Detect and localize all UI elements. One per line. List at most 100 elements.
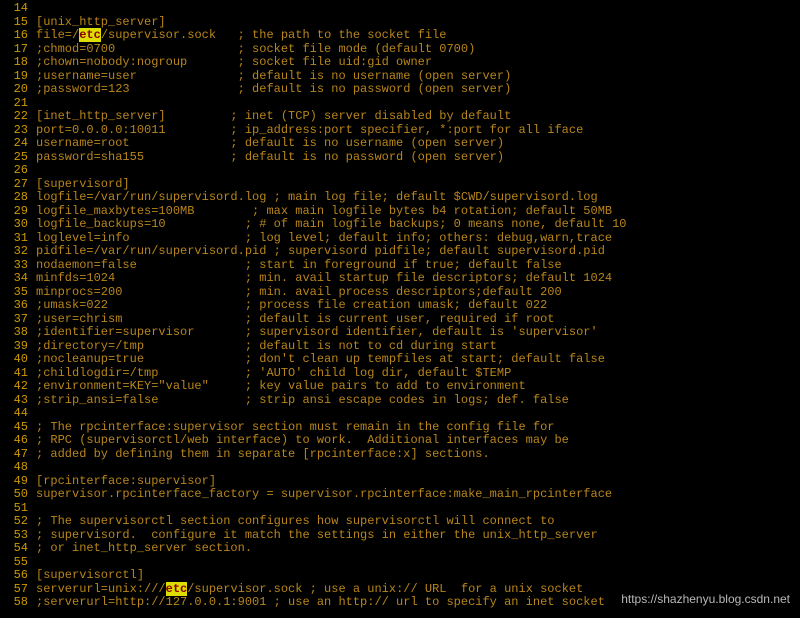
code-line[interactable]: 29 logfile_maxbytes=100MB ; max main logf…: [0, 205, 800, 219]
line-number: 46: [0, 434, 28, 448]
code-line[interactable]: 53; supervisord. configure it match the …: [0, 529, 800, 543]
code-line[interactable]: 16file=/etc/supervisor.sock ; the path t…: [0, 29, 800, 43]
code-line[interactable]: 56[supervisorctl]: [0, 569, 800, 583]
search-highlight: etc: [166, 582, 188, 596]
line-content: ; or inet_http_server section.: [36, 541, 252, 555]
line-number: 49: [0, 475, 28, 489]
line-content: ;serverurl=http://127.0.0.1:9001 ; use a…: [36, 595, 605, 609]
code-line[interactable]: 18 ;chown=nobody:nogroup ; socket file ui…: [0, 56, 800, 70]
line-content: ;childlogdir=/tmp ; 'AUTO' child log dir…: [36, 366, 511, 380]
code-line[interactable]: 32pidfile=/var/run/supervisord.pid ; sup…: [0, 245, 800, 259]
search-highlight: etc: [79, 28, 101, 42]
code-line[interactable]: 41 ;childlogdir=/tmp ; 'AUTO' child log d…: [0, 367, 800, 381]
line-content: ; supervisord. configure it match the se…: [36, 528, 598, 542]
code-line[interactable]: 26: [0, 164, 800, 178]
code-line[interactable]: 43;strip_ansi=false ; strip ansi escape …: [0, 394, 800, 408]
code-line[interactable]: 35 minprocs=200 ; min. avail process desc…: [0, 286, 800, 300]
line-number: 41: [0, 367, 28, 381]
code-line[interactable]: 45; The rpcinterface:supervisor section …: [0, 421, 800, 435]
code-line[interactable]: 28logfile=/var/run/supervisord.log ; mai…: [0, 191, 800, 205]
code-line[interactable]: 42;environment=KEY="value" ; key value p…: [0, 380, 800, 394]
code-line[interactable]: 31loglevel=info ; log level; default inf…: [0, 232, 800, 246]
code-line[interactable]: 39;directory=/tmp ; default is not to cd…: [0, 340, 800, 354]
code-line[interactable]: 33nodaemon=false ; start in foreground i…: [0, 259, 800, 273]
line-content: nodaemon=false ; start in foreground if …: [36, 258, 562, 272]
line-number: 51: [0, 502, 28, 516]
line-content: file=/etc/supervisor.sock ; the path to …: [36, 28, 446, 42]
line-content: ;chown=nobody:nogroup ; socket file uid:…: [36, 55, 432, 69]
line-number: 30: [0, 218, 28, 232]
line-number: 25: [0, 151, 28, 165]
line-content: [inet_http_server] ; inet (TCP) server d…: [36, 109, 511, 123]
line-number: 22: [0, 110, 28, 124]
code-line[interactable]: 51: [0, 502, 800, 516]
code-line[interactable]: 19 ;username=user ; default is no usernam…: [0, 70, 800, 84]
line-number: 45: [0, 421, 28, 435]
line-content: ;user=chrism ; default is current user, …: [36, 312, 554, 326]
code-line[interactable]: 24 username=root ; default is no username…: [0, 137, 800, 151]
line-number: 44: [0, 407, 28, 421]
line-content: ;chmod=0700 ; socket file mode (default …: [36, 42, 475, 56]
line-number: 18: [0, 56, 28, 70]
code-line[interactable]: 15 [unix_http_server]: [0, 16, 800, 30]
line-content: ; The supervisorctl section configures h…: [36, 514, 554, 528]
line-number: 17: [0, 43, 28, 57]
line-content: logfile=/var/run/supervisord.log ; main …: [36, 190, 598, 204]
code-line[interactable]: 40 ;nocleanup=true ; don't clean up tempf…: [0, 353, 800, 367]
code-line[interactable]: 50supervisor.rpcinterface_factory = supe…: [0, 488, 800, 502]
line-content: ;umask=022 ; process file creation umask…: [36, 298, 547, 312]
line-number: 14: [0, 2, 28, 16]
line-number: 34: [0, 272, 28, 286]
line-number: 40: [0, 353, 28, 367]
code-line[interactable]: 17 ;chmod=0700 ; socket file mode (defaul…: [0, 43, 800, 57]
code-line[interactable]: 54 ; or inet_http_server section.: [0, 542, 800, 556]
code-line[interactable]: 52; The supervisorctl section configures…: [0, 515, 800, 529]
code-line[interactable]: 30logfile_backups=10 ; # of main logfile…: [0, 218, 800, 232]
code-line[interactable]: 48: [0, 461, 800, 475]
code-line[interactable]: 37 ;user=chrism ; default is current user…: [0, 313, 800, 327]
code-line[interactable]: 34 minfds=1024 ; min. avail startup file …: [0, 272, 800, 286]
line-number: 56: [0, 569, 28, 583]
line-content: logfile_maxbytes=100MB ; max main logfil…: [36, 204, 612, 218]
line-number: 24: [0, 137, 28, 151]
line-content: ; RPC (supervisorctl/web interface) to w…: [36, 433, 569, 447]
line-number: 27: [0, 178, 28, 192]
line-content: minprocs=200 ; min. avail process descri…: [36, 285, 562, 299]
line-content: [supervisord]: [36, 177, 130, 191]
code-line[interactable]: 49[rpcinterface:supervisor]: [0, 475, 800, 489]
line-content: password=sha155 ; default is no password…: [36, 150, 504, 164]
line-content: supervisor.rpcinterface_factory = superv…: [36, 487, 612, 501]
code-line[interactable]: 46 ; RPC (supervisorctl/web interface) to…: [0, 434, 800, 448]
line-content: username=root ; default is no username (…: [36, 136, 504, 150]
code-line[interactable]: 14: [0, 2, 800, 16]
code-line[interactable]: 21: [0, 97, 800, 111]
code-editor[interactable]: 1415 [unix_http_server]16file=/etc/superv…: [0, 0, 800, 612]
code-line[interactable]: 36 ;umask=022 ; process file creation uma…: [0, 299, 800, 313]
line-content: ;strip_ansi=false ; strip ansi escape co…: [36, 393, 569, 407]
line-content: minfds=1024 ; min. avail startup file de…: [36, 271, 612, 285]
code-line[interactable]: 20;password=123 ; default is no password…: [0, 83, 800, 97]
line-content: serverurl=unix:///etc/supervisor.sock ; …: [36, 582, 583, 596]
watermark: https://shazhenyu.blog.csdn.net: [621, 593, 790, 607]
line-number: 37: [0, 313, 28, 327]
line-number: 23: [0, 124, 28, 138]
code-line[interactable]: 55: [0, 556, 800, 570]
code-line[interactable]: 47; added by defining them in separate […: [0, 448, 800, 462]
line-number: 54: [0, 542, 28, 556]
code-line[interactable]: 23port=0.0.0.0:10011 ; ip_address:port s…: [0, 124, 800, 138]
code-line[interactable]: 44: [0, 407, 800, 421]
code-line[interactable]: 25 password=sha155 ; default is no passwo…: [0, 151, 800, 165]
code-line[interactable]: 38;identifier=supervisor ; supervisord i…: [0, 326, 800, 340]
code-line[interactable]: 22 [inet_http_server] ; inet (TCP) server…: [0, 110, 800, 124]
line-content: [unix_http_server]: [36, 15, 166, 29]
line-content: ;nocleanup=true ; don't clean up tempfil…: [36, 352, 605, 366]
line-number: 36: [0, 299, 28, 313]
line-content: ;username=user ; default is no username …: [36, 69, 511, 83]
line-number: 29: [0, 205, 28, 219]
line-number: 42: [0, 380, 28, 394]
line-number: 15: [0, 16, 28, 30]
line-number: 47: [0, 448, 28, 462]
line-number: 19: [0, 70, 28, 84]
code-line[interactable]: 27 [supervisord]: [0, 178, 800, 192]
line-number: 35: [0, 286, 28, 300]
